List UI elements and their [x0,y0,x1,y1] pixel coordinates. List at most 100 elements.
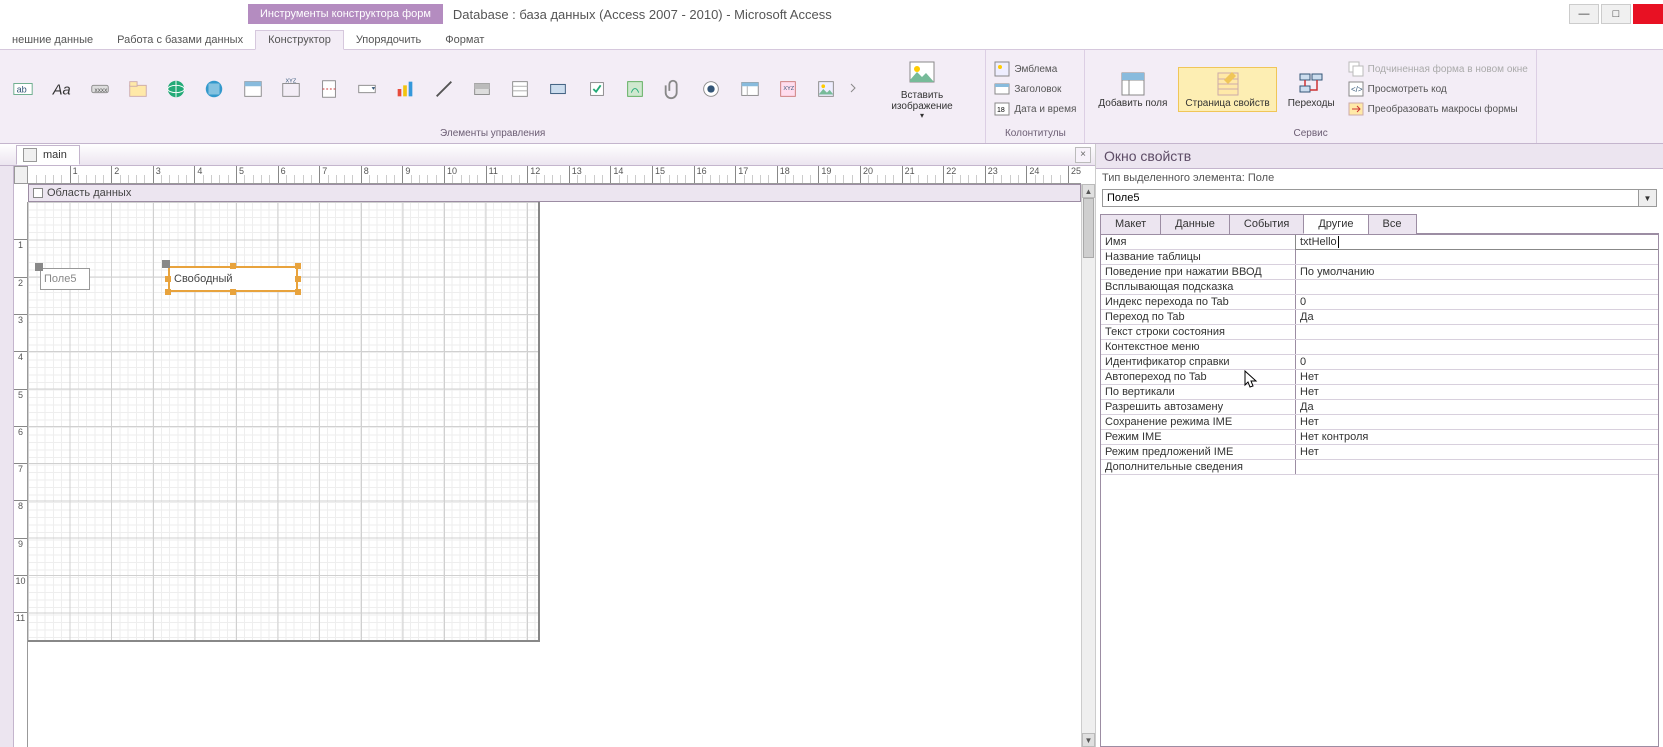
form-detail-area[interactable]: Поле5 Свободный [28,202,540,642]
property-value[interactable]: По умолчанию [1296,265,1658,279]
property-value[interactable]: Да [1296,310,1658,324]
tab-order-button[interactable]: Переходы [1281,67,1342,112]
property-object-selector-input[interactable] [1102,189,1639,207]
section-selector-icon[interactable] [33,188,43,198]
datetime-button[interactable]: 18Дата и время [992,100,1078,118]
property-row[interactable]: Разрешить автозаменуДа [1101,400,1658,415]
togglebutton-control-icon[interactable] [465,71,499,107]
add-fields-button[interactable]: Добавить поля [1091,67,1174,112]
selection-handle-icon[interactable] [295,289,301,295]
optiongroup-control-icon[interactable]: XYZ [274,71,308,107]
combobox-control-icon[interactable] [350,71,384,107]
ribbon-tab-arrange[interactable]: Упорядочить [344,31,433,49]
close-button[interactable] [1633,4,1663,24]
property-value[interactable]: Нет контроля [1296,430,1658,444]
record-selector-gutter[interactable] [0,166,14,747]
ribbon-tab-design[interactable]: Конструктор [255,30,344,50]
property-row[interactable]: Дополнительные сведения [1101,460,1658,475]
property-value[interactable]: Нет [1296,415,1658,429]
title-button[interactable]: Заголовок [992,80,1078,98]
property-tab-all[interactable]: Все [1368,214,1417,234]
subform-control-icon[interactable] [732,71,766,107]
logo-button[interactable]: Эмблема [992,60,1078,78]
button-control-icon[interactable]: xxxx [82,71,116,107]
maximize-button[interactable]: □ [1601,4,1631,24]
selection-handle-icon[interactable] [165,289,171,295]
view-code-button[interactable]: </>Просмотреть код [1346,80,1530,98]
detail-section-header[interactable]: Область данных [28,184,1081,202]
selection-handle-icon[interactable] [295,263,301,269]
property-row[interactable]: Текст строки состояния [1101,325,1658,340]
property-row[interactable]: Автопереход по TabНет [1101,370,1658,385]
property-tab-data[interactable]: Данные [1160,214,1230,234]
property-value[interactable] [1296,325,1658,339]
property-value[interactable]: txtHello [1296,235,1658,249]
rectangle-control-icon[interactable] [541,71,575,107]
property-value[interactable]: Нет [1296,445,1658,459]
textbox-control-pole5[interactable]: Свободный [168,266,298,292]
scroll-down-icon[interactable]: ▼ [1082,733,1095,747]
property-row[interactable]: Сохранение режима IMEНет [1101,415,1658,430]
selection-handle-icon[interactable] [295,276,301,282]
property-value[interactable] [1296,250,1658,264]
design-grid[interactable]: Поле5 Свободный [28,202,1081,747]
checkbox-control-icon[interactable] [580,71,614,107]
property-value[interactable]: Да [1296,400,1658,414]
convert-macros-button[interactable]: Преобразовать макросы формы [1346,100,1530,118]
hyperlink-control-icon[interactable] [159,71,193,107]
dropdown-icon[interactable]: ▼ [1639,189,1657,207]
property-value[interactable]: Нет [1296,385,1658,399]
scroll-thumb[interactable] [1083,198,1094,258]
property-row[interactable]: Поведение при нажатии ВВОДПо умолчанию [1101,265,1658,280]
ribbon-tab-database-tools[interactable]: Работа с базами данных [105,31,255,49]
property-row[interactable]: По вертикалиНет [1101,385,1658,400]
property-value[interactable]: 0 [1296,355,1658,369]
property-value[interactable]: Нет [1296,370,1658,384]
selection-handle-icon[interactable] [35,263,43,271]
pagebreak-control-icon[interactable] [312,71,346,107]
property-row[interactable]: Всплывающая подсказка [1101,280,1658,295]
navigation-control-icon[interactable] [235,71,269,107]
attachment-control-icon[interactable] [656,71,690,107]
property-tab-layout[interactable]: Макет [1100,214,1161,234]
property-row[interactable]: ИмяtxtHello [1101,235,1658,250]
design-surface[interactable]: 1234567891011121314151617181920212223242… [0,166,1095,747]
property-row[interactable]: Переход по TabДа [1101,310,1658,325]
selection-handle-icon[interactable] [230,263,236,269]
selection-handle-icon[interactable] [165,276,171,282]
horizontal-ruler[interactable]: 1234567891011121314151617181920212223242… [28,166,1081,184]
listbox-control-icon[interactable] [503,71,537,107]
webbrowser-control-icon[interactable] [197,71,231,107]
property-tab-other[interactable]: Другие [1303,214,1368,234]
ribbon-tab-external-data[interactable]: нешние данные [0,31,105,49]
property-row[interactable]: Режим IMEНет контроля [1101,430,1658,445]
property-value[interactable] [1296,340,1658,354]
unboundobject-control-icon[interactable] [618,71,652,107]
label-control-pole5[interactable]: Поле5 [40,268,90,290]
ruler-corner[interactable] [14,166,28,184]
ribbon-tab-format[interactable]: Формат [433,31,496,49]
line-control-icon[interactable] [427,71,461,107]
textbox-control-icon[interactable]: ab [6,71,40,107]
property-sheet-button[interactable]: Страница свойств [1178,67,1276,112]
scroll-up-icon[interactable]: ▲ [1082,184,1095,198]
document-tab-close-icon[interactable]: × [1075,147,1091,163]
property-grid[interactable]: ИмяtxtHelloНазвание таблицыПоведение при… [1100,234,1659,747]
selection-handle-icon[interactable] [162,260,170,268]
property-row[interactable]: Режим предложений IMEНет [1101,445,1658,460]
tab-control-icon[interactable] [121,71,155,107]
optionbutton-control-icon[interactable] [694,71,728,107]
vertical-scrollbar[interactable]: ▲ ▼ [1081,184,1095,747]
chart-control-icon[interactable] [388,71,422,107]
property-row[interactable]: Идентификатор справки0 [1101,355,1658,370]
minimize-button[interactable]: — [1569,4,1599,24]
boundobject-control-icon[interactable]: XYZ [771,71,805,107]
property-value[interactable] [1296,460,1658,474]
controls-gallery-more-icon[interactable] [847,71,860,107]
image-control-icon[interactable] [809,71,843,107]
property-row[interactable]: Контекстное меню [1101,340,1658,355]
vertical-ruler[interactable]: 1234567891011 [14,202,28,747]
document-tab-main[interactable]: main [16,145,80,165]
insert-image-button[interactable]: Вставить изображение ▾ [865,55,980,124]
property-value[interactable]: 0 [1296,295,1658,309]
